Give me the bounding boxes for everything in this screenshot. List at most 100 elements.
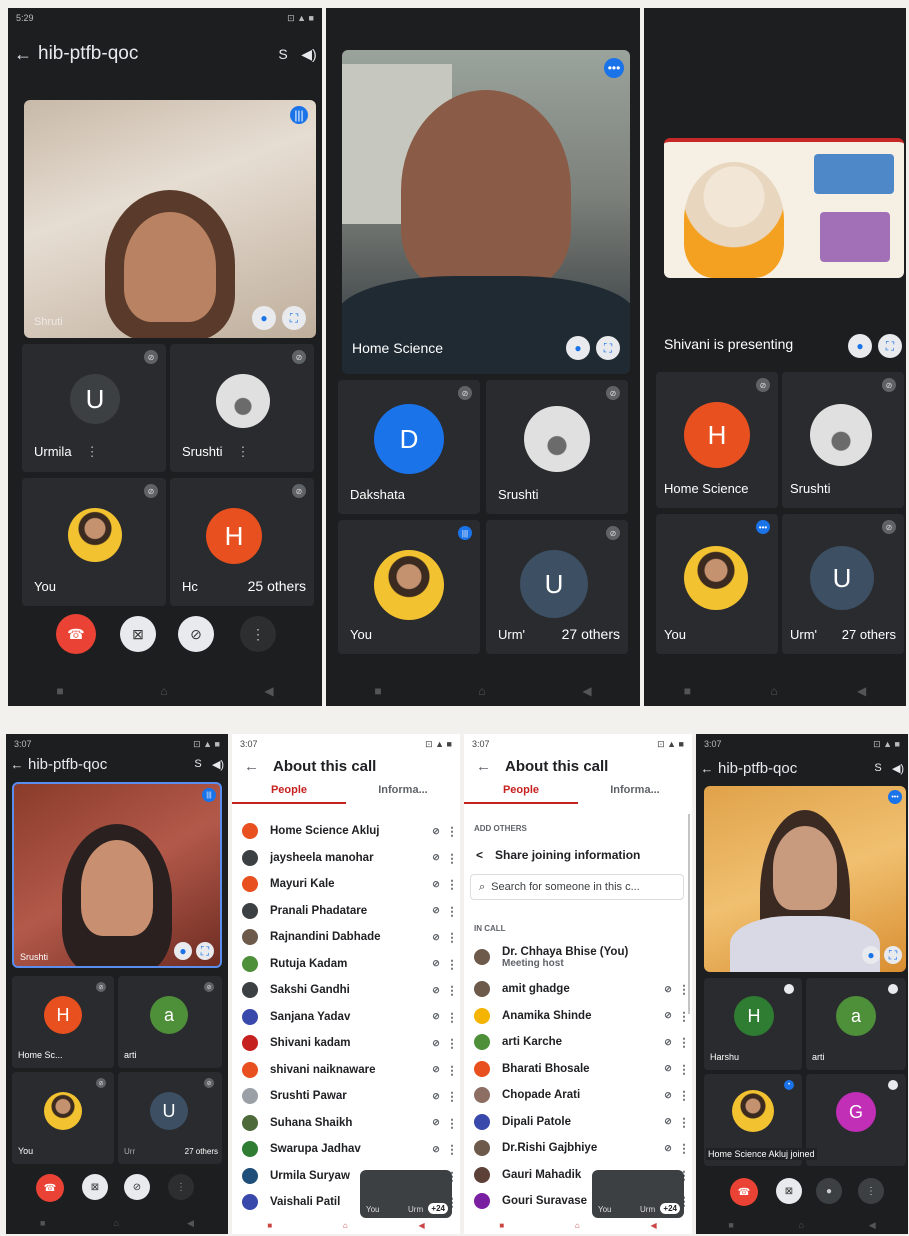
participant-row[interactable]: Suhana Shaikh ⊘ ⋮ xyxy=(232,1110,460,1137)
more-icon[interactable]: ⋮ xyxy=(444,877,460,891)
more-icon[interactable]: ⋮ xyxy=(444,1116,460,1130)
more-icon[interactable]: ⋮ xyxy=(444,1142,460,1156)
participant-row[interactable]: Home Science Akluj ⊘ ⋮ xyxy=(232,818,460,845)
back-arrow-icon[interactable]: ← xyxy=(696,761,718,776)
participant-row[interactable]: Shivani kadam ⊘ ⋮ xyxy=(232,1030,460,1057)
camera-off-button[interactable]: ⊠ xyxy=(120,616,156,652)
participant-tile-2[interactable]: ⊘ a arti xyxy=(118,976,222,1068)
home-nav-icon[interactable]: ⌂ xyxy=(770,684,777,698)
participant-row[interactable]: Mayuri Kale ⊘ ⋮ xyxy=(232,871,460,898)
back-arrow-icon[interactable]: ← xyxy=(6,757,28,772)
mini-call-preview[interactable]: You Urm +24 xyxy=(360,1170,452,1218)
more-icon[interactable]: ⋮ xyxy=(676,1141,692,1155)
participant-row[interactable]: Srushti Pawar ⊘ ⋮ xyxy=(232,1083,460,1110)
end-call-button[interactable]: ☎ xyxy=(730,1178,758,1206)
participant-tile-3[interactable]: ⊘ You xyxy=(12,1072,114,1164)
others-count[interactable]: 25 others xyxy=(248,578,306,594)
expand-icon[interactable]: ⛶ xyxy=(884,946,902,964)
mic-icon[interactable]: ● xyxy=(848,334,872,358)
recents-nav-icon[interactable]: ■ xyxy=(728,1220,733,1230)
search-input[interactable]: ⌕ Search for someone in this c... xyxy=(470,874,684,900)
back-arrow-icon[interactable]: ← xyxy=(8,44,38,65)
main-video[interactable]: Srushti ||| ● ⛶ xyxy=(12,782,222,968)
participant-tile-4[interactable]: ⊘ U Urm' 27 others xyxy=(486,520,628,654)
participant-row[interactable]: Bharati Bhosale ⊘ ⋮ xyxy=(464,1056,692,1083)
participant-row[interactable]: Swarupa Jadhav ⊘ ⋮ xyxy=(232,1136,460,1163)
participant-tile-4[interactable]: G xyxy=(806,1074,906,1166)
participant-tile-4[interactable]: ⊘ U Urm' 27 others xyxy=(782,514,904,654)
more-icon[interactable]: ⋮ xyxy=(444,824,460,838)
participant-row[interactable]: Dipali Patole ⊘ ⋮ xyxy=(464,1109,692,1136)
participant-tile-1[interactable]: ⊘ D Dakshata xyxy=(338,380,480,514)
more-icon[interactable]: ⋮ xyxy=(676,1035,692,1049)
home-nav-icon[interactable]: ⌂ xyxy=(343,1221,348,1230)
participant-tile-4[interactable]: ⊘ H Hc 25 others xyxy=(170,478,314,606)
others-count[interactable]: 27 others xyxy=(185,1147,218,1156)
home-nav-icon[interactable]: ⌂ xyxy=(575,1221,580,1230)
participant-row[interactable]: Chopade Arati ⊘ ⋮ xyxy=(464,1082,692,1109)
back-nav-icon[interactable]: ◀ xyxy=(264,684,273,698)
others-count[interactable]: 27 others xyxy=(562,626,620,642)
more-icon[interactable]: ⋮ xyxy=(444,1036,460,1050)
recents-nav-icon[interactable]: ■ xyxy=(684,684,691,698)
back-nav-icon[interactable]: ◀ xyxy=(418,1221,424,1230)
recents-nav-icon[interactable]: ■ xyxy=(267,1221,272,1230)
speaker-icon[interactable]: ◀) xyxy=(208,758,228,771)
participant-row[interactable]: jaysheela manohar ⊘ ⋮ xyxy=(232,845,460,872)
tab-information[interactable]: Informa... xyxy=(346,784,460,804)
participant-row[interactable]: Sanjana Yadav ⊘ ⋮ xyxy=(232,1004,460,1031)
participant-tile-3[interactable]: ••• You xyxy=(656,514,778,654)
mic-icon[interactable]: ● xyxy=(566,336,590,360)
participant-tile-1[interactable]: ⊘ U Urmila ⋮ xyxy=(22,344,166,472)
recents-nav-icon[interactable]: ■ xyxy=(40,1218,45,1228)
back-arrow-icon[interactable]: ← xyxy=(476,758,491,775)
participant-tile-3[interactable]: ||| You xyxy=(338,520,480,654)
back-nav-icon[interactable]: ◀ xyxy=(582,684,591,698)
more-icon[interactable]: ⋮ xyxy=(676,1088,692,1102)
back-arrow-icon[interactable]: ← xyxy=(244,758,259,775)
mic-icon[interactable]: ● xyxy=(862,946,880,964)
camera-off-button[interactable]: ⊠ xyxy=(776,1178,802,1204)
participant-row[interactable]: shivani naiknaware ⊘ ⋮ xyxy=(232,1057,460,1084)
presentation-video[interactable] xyxy=(664,138,904,278)
more-icon[interactable]: ••• xyxy=(604,58,624,78)
participant-row[interactable]: Anamika Shinde ⊘ ⋮ xyxy=(464,1003,692,1030)
participant-tile-1[interactable]: H Harshu xyxy=(704,978,802,1070)
mic-off-button[interactable]: ⊘ xyxy=(178,616,214,652)
participant-row[interactable]: Dr.Rishi Gajbhiye ⊘ ⋮ xyxy=(464,1135,692,1162)
participant-tile-2[interactable]: ⊘ Srushti ⋮ xyxy=(170,344,314,472)
participant-tile-3[interactable]: ⊘ You xyxy=(22,478,166,606)
expand-icon[interactable]: ⛶ xyxy=(596,336,620,360)
participant-row[interactable]: Sakshi Gandhi ⊘ ⋮ xyxy=(232,977,460,1004)
mic-icon[interactable]: ● xyxy=(174,942,192,960)
speaker-icon[interactable]: ◀) xyxy=(296,46,322,63)
tab-people[interactable]: People xyxy=(232,784,346,804)
mic-off-button[interactable]: ⊘ xyxy=(124,1174,150,1200)
host-row[interactable]: Dr. Chhaya Bhise (You) Meeting host xyxy=(474,940,684,974)
recents-nav-icon[interactable]: ■ xyxy=(374,684,381,698)
home-nav-icon[interactable]: ⌂ xyxy=(160,684,167,698)
more-options-button[interactable]: ⋮ xyxy=(168,1174,194,1200)
expand-icon[interactable]: ⛶ xyxy=(282,306,306,330)
participant-tile-2[interactable]: a arti xyxy=(806,978,906,1070)
participant-row[interactable]: amit ghadge ⊘ ⋮ xyxy=(464,976,692,1003)
participant-row[interactable]: arti Karche ⊘ ⋮ xyxy=(464,1029,692,1056)
recents-nav-icon[interactable]: ■ xyxy=(56,684,63,698)
more-icon[interactable]: ⋮ xyxy=(444,930,460,944)
main-video[interactable]: ● ⛶ ••• xyxy=(704,786,906,972)
back-nav-icon[interactable]: ◀ xyxy=(857,684,866,698)
participant-tile-4[interactable]: ⊘ U Urr 27 others xyxy=(118,1072,222,1164)
expand-icon[interactable]: ⛶ xyxy=(878,334,902,358)
participant-row[interactable]: Rutuja Kadam ⊘ ⋮ xyxy=(232,951,460,978)
home-nav-icon[interactable]: ⌂ xyxy=(478,684,485,698)
more-icon[interactable]: ⋮ xyxy=(676,1115,692,1129)
tab-information[interactable]: Informa... xyxy=(578,784,692,804)
end-call-button[interactable]: ☎ xyxy=(56,614,96,654)
more-icon[interactable]: ⋮ xyxy=(444,1010,460,1024)
more-options-button[interactable]: ⋮ xyxy=(858,1178,884,1204)
home-nav-icon[interactable]: ⌂ xyxy=(799,1220,804,1230)
switch-camera-icon[interactable]: S xyxy=(270,46,296,62)
main-video[interactable]: ••• Home Science ● ⛶ xyxy=(342,50,630,374)
back-nav-icon[interactable]: ◀ xyxy=(869,1220,876,1231)
more-icon[interactable]: ⋮ xyxy=(444,1063,460,1077)
